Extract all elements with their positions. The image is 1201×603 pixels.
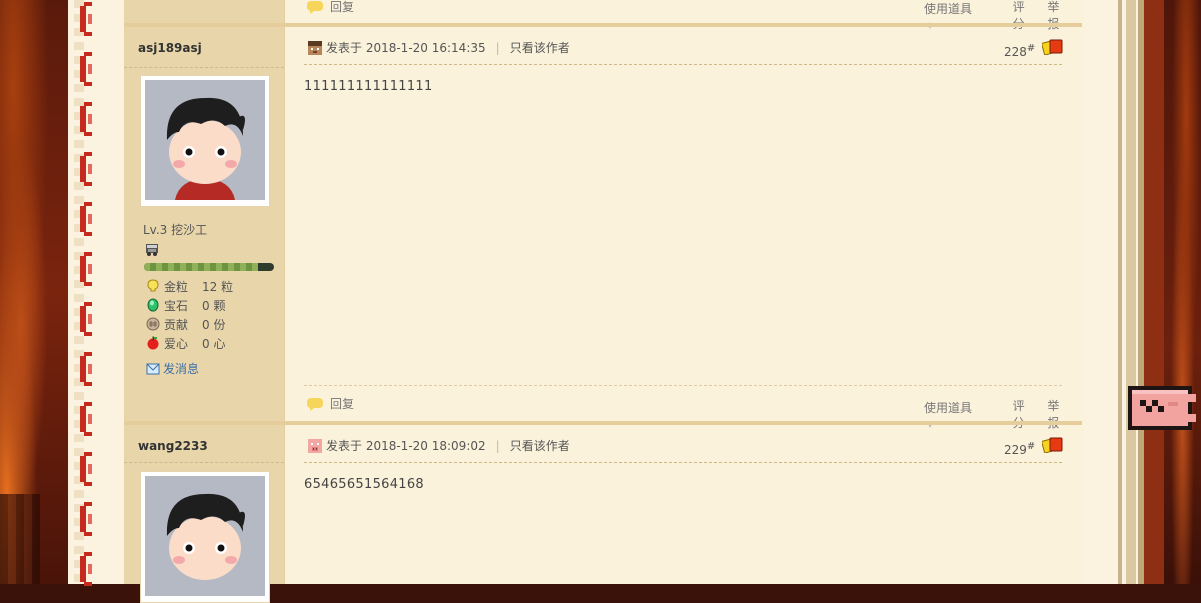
chain-link xyxy=(78,302,96,336)
reply-bubble-icon xyxy=(307,0,323,14)
red-chain-decoration xyxy=(78,0,98,586)
author-name[interactable]: asj189asj xyxy=(138,41,202,55)
experience-bar xyxy=(144,263,274,271)
post-time: 发表于 2018-1-20 16:14:35 xyxy=(326,41,486,55)
post-actions: 使用道具▼ 评分 举报 xyxy=(924,397,1082,431)
boy-avatar-icon xyxy=(145,476,265,596)
chain-link xyxy=(78,202,96,236)
post-meta: 发表于 2018-1-20 18:09:02 | 只看该作者 xyxy=(308,437,570,454)
post-time: 发表于 2018-1-20 18:09:02 xyxy=(326,439,486,453)
stat-contribution: 贡献 0 份 xyxy=(146,315,225,333)
post-separator xyxy=(124,23,1082,27)
chain-link xyxy=(78,552,96,586)
steve-head-icon xyxy=(308,40,322,55)
reply-button[interactable]: 回复 xyxy=(306,395,354,412)
only-author-link[interactable]: 只看该作者 xyxy=(510,39,570,56)
floor-number[interactable]: 228# xyxy=(1004,43,1035,59)
report-button[interactable]: 举报 xyxy=(1047,0,1070,32)
stat-gem: 宝石 0 颗 xyxy=(146,296,225,314)
send-message-link[interactable]: 发消息 xyxy=(146,360,199,377)
report-button[interactable]: 举报 xyxy=(1047,397,1070,431)
chain-link xyxy=(78,2,96,36)
chain-link xyxy=(78,152,96,186)
back-to-top-flag-icon[interactable] xyxy=(1128,384,1196,434)
thread-posts: 回复 使用道具▼ 评分 举报 asj189asj xyxy=(124,0,1083,603)
rate-button[interactable]: 评分 xyxy=(1013,397,1036,431)
book-right-border xyxy=(1082,0,1164,584)
lava-background-right xyxy=(1164,0,1201,584)
avatar[interactable] xyxy=(140,471,270,603)
chain-link xyxy=(78,452,96,486)
author-name[interactable]: wang2233 xyxy=(138,439,208,453)
post-separator xyxy=(124,421,1082,425)
rate-button[interactable]: 评分 xyxy=(1013,0,1036,32)
user-level: Lv.3 挖沙工 xyxy=(143,223,208,237)
chain-link xyxy=(78,402,96,436)
post-content: 65465651564168 xyxy=(304,477,424,492)
penalty-card-icon[interactable] xyxy=(1042,437,1064,453)
stat-gold: 金粒 12 粒 xyxy=(146,277,233,295)
emerald-icon xyxy=(147,298,159,312)
prev-post-actions: 使用道具▼ 评分 举报 xyxy=(924,0,1082,32)
minecart-icon xyxy=(146,244,158,256)
boy-avatar-icon xyxy=(145,80,265,200)
gold-nugget-icon xyxy=(147,279,159,292)
only-author-link[interactable]: 只看该作者 xyxy=(510,437,570,454)
contribution-icon xyxy=(146,317,160,331)
post-meta: 发表于 2018-1-20 16:14:35 | 只看该作者 xyxy=(308,39,570,56)
penalty-card-icon[interactable] xyxy=(1042,39,1064,55)
chain-link xyxy=(78,352,96,386)
floor-number[interactable]: 229# xyxy=(1004,441,1035,457)
chain-link xyxy=(78,52,96,86)
chain-link xyxy=(78,502,96,536)
envelope-icon xyxy=(146,363,160,374)
stat-love: 爱心 0 心 xyxy=(146,334,225,352)
apple-heart-icon xyxy=(147,336,159,350)
lava-background-left xyxy=(0,0,68,584)
prev-reply-button[interactable]: 回复 xyxy=(306,0,354,15)
reply-bubble-icon xyxy=(307,397,323,411)
post-content: 111111111111111 xyxy=(304,79,433,94)
chain-link xyxy=(78,102,96,136)
chain-link xyxy=(78,252,96,286)
avatar[interactable] xyxy=(140,75,270,207)
pig-head-icon xyxy=(308,438,322,453)
